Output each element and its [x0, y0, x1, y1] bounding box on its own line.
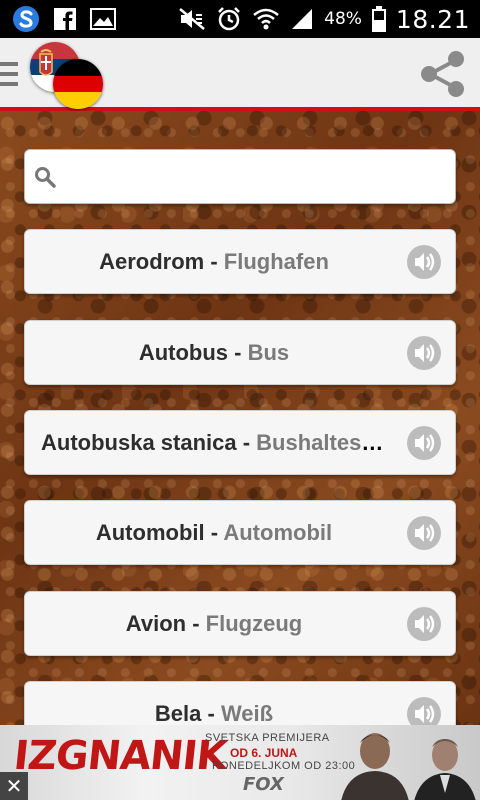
facebook-icon — [54, 8, 76, 30]
ad-close-button[interactable]: ✕ — [0, 772, 28, 800]
list-item[interactable]: Automobil - Automobil — [24, 500, 456, 565]
ad-premiere-text: SVETSKA PREMIJERA — [205, 732, 330, 744]
speaker-icon[interactable] — [407, 336, 441, 370]
battery-percent: 48% — [324, 9, 362, 29]
share-icon[interactable] — [416, 46, 472, 102]
search-icon — [35, 167, 56, 188]
mute-icon — [179, 8, 205, 30]
word-german: Automobil — [223, 520, 333, 545]
ad-date-text: OD 6. JUNA — [230, 746, 298, 760]
word-german: Weiß — [220, 701, 274, 725]
word-pair: Avion - Flugzeug — [41, 592, 387, 655]
speaker-icon[interactable] — [407, 516, 441, 550]
word-separator: - — [228, 340, 248, 365]
wifi-icon — [253, 8, 279, 30]
word-serbian: Bela — [154, 701, 202, 725]
ad-actor-image — [341, 733, 409, 800]
germany-flag-icon[interactable] — [53, 59, 103, 109]
word-german: Bushaltestelle — [256, 430, 387, 455]
word-german: Flugzeug — [205, 611, 303, 636]
list-item[interactable]: Aerodrom - Flughafen — [24, 229, 456, 294]
word-list-area: Aerodrom - Flughafen Autobus - Bus Autob… — [0, 111, 480, 725]
word-separator: - — [186, 611, 206, 636]
word-separator: - — [204, 249, 224, 274]
word-serbian: Autobus — [138, 340, 229, 365]
ad-actor-image — [414, 739, 476, 800]
ad-banner[interactable]: IZGNANIK SVETSKA PREMIJERA OD 6. JUNA PO… — [0, 725, 480, 800]
word-serbian: Avion — [125, 611, 187, 636]
status-bar: 48% 18.21 — [0, 0, 480, 38]
word-german: Flughafen — [223, 249, 329, 274]
word-pair: Bela - Weiß — [41, 682, 387, 725]
ad-schedule-text: PONEDELJKOM OD 23:00 — [212, 760, 356, 772]
ad-channel-logo: FOX — [243, 774, 284, 795]
speaker-icon[interactable] — [407, 426, 441, 460]
word-separator: - — [204, 520, 224, 545]
word-serbian: Aerodrom — [99, 249, 205, 274]
word-serbian: Autobuska stanica — [41, 430, 237, 455]
list-item[interactable]: Autobus - Bus — [24, 320, 456, 385]
word-serbian: Automobil — [95, 520, 205, 545]
search-input[interactable] — [65, 156, 445, 198]
signal-icon — [292, 9, 313, 29]
list-item[interactable]: Autobuska stanica - Bushaltestelle — [24, 410, 456, 475]
gallery-icon — [90, 8, 116, 30]
list-item[interactable]: Bela - Weiß — [24, 681, 456, 725]
word-german: Bus — [247, 340, 290, 365]
word-pair: Autobuska stanica - Bushaltestelle — [41, 411, 387, 474]
clock: 18.21 — [395, 4, 470, 34]
search-box[interactable] — [24, 149, 456, 204]
app-bar — [0, 38, 480, 111]
speaker-icon[interactable] — [407, 697, 441, 725]
app-s-icon — [13, 6, 39, 32]
word-pair: Autobus - Bus — [41, 321, 387, 384]
speaker-icon[interactable] — [407, 607, 441, 641]
word-separator: - — [236, 430, 257, 455]
alarm-icon — [218, 7, 241, 31]
ad-title: IZGNANIK — [11, 733, 229, 779]
battery-icon — [371, 6, 386, 32]
word-pair: Automobil - Automobil — [41, 501, 387, 564]
word-separator: - — [201, 701, 221, 725]
hamburger-icon[interactable] — [0, 62, 18, 88]
list-item[interactable]: Avion - Flugzeug — [24, 591, 456, 656]
speaker-icon[interactable] — [407, 245, 441, 279]
word-pair: Aerodrom - Flughafen — [41, 230, 387, 293]
